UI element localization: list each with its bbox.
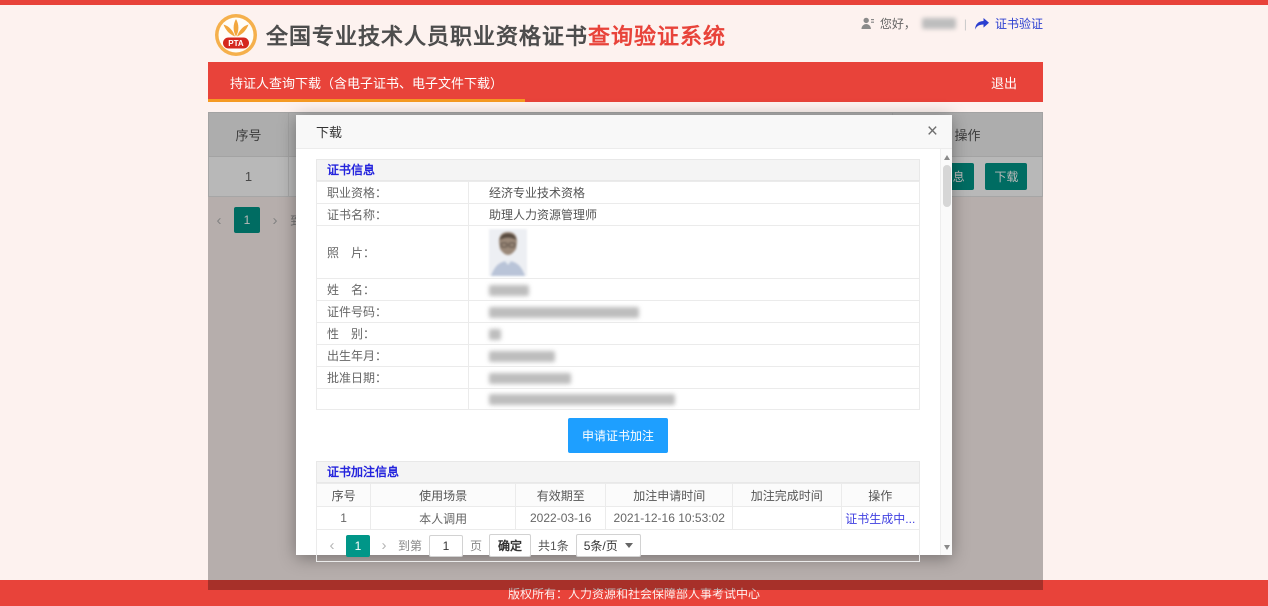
info-row-extra — [317, 389, 920, 410]
goto-page-input[interactable] — [429, 535, 463, 557]
field-label: 照 片： — [317, 226, 469, 279]
svg-text:PTA: PTA — [228, 39, 244, 48]
col-scene: 使用场景 — [371, 484, 516, 507]
info-row-approval-date: 批准日期： — [317, 367, 920, 389]
active-tab-indicator — [208, 99, 525, 102]
goto-label: 到第 — [398, 537, 422, 554]
info-row-photo: 照 片： — [317, 226, 920, 279]
cell-apply-time: 2021-12-16 10:53:02 — [606, 507, 733, 530]
col-complete-time: 加注完成时间 — [733, 484, 842, 507]
next-page-icon[interactable]: › — [377, 537, 391, 554]
prev-page-icon[interactable]: ‹ — [325, 537, 339, 554]
field-value: 经济专业技术资格 — [469, 182, 920, 204]
col-action: 操作 — [841, 484, 919, 507]
info-row-name: 姓 名： — [317, 279, 920, 301]
field-value — [469, 279, 920, 301]
field-label: 职业资格： — [317, 182, 469, 204]
user-bar: 您好， | 证书验证 — [861, 15, 1043, 32]
field-value: 助理人力资源管理师 — [469, 204, 920, 226]
field-label: 出生年月： — [317, 345, 469, 367]
download-modal: 下载 × 证书信息 职业资格： 经济专业技术资格 证书名称： 助理人力资源管理师… — [296, 115, 952, 555]
caret-down-icon — [625, 543, 633, 548]
pta-logo-icon: PTA — [214, 13, 258, 57]
cert-generating-link[interactable]: 证书生成中... — [845, 512, 915, 526]
user-icon — [861, 17, 874, 30]
cert-info-table: 职业资格： 经济专业技术资格 证书名称： 助理人力资源管理师 照 片： — [316, 181, 920, 410]
cert-info-section-title: 证书信息 — [316, 159, 920, 181]
redacted-value — [489, 373, 571, 384]
greeting-text: 您好， — [880, 15, 916, 32]
logout-button[interactable]: 退出 — [991, 73, 1043, 92]
certificate-verify-link[interactable]: 证书验证 — [995, 15, 1043, 32]
info-row-birth: 出生年月： — [317, 345, 920, 367]
site-header: PTA 全国专业技术人员职业资格证书查询验证系统 您好， | 证书验证 — [208, 5, 1043, 62]
scroll-up-icon[interactable] — [941, 151, 952, 163]
confirm-button[interactable]: 确定 — [489, 534, 531, 557]
page-title-accent: 查询验证系统 — [588, 19, 726, 51]
modal-header: 下载 × — [296, 115, 952, 149]
apply-annotation-button[interactable]: 申请证书加注 — [568, 418, 668, 453]
per-page-value: 5条/页 — [584, 537, 618, 554]
modal-body: 证书信息 职业资格： 经济专业技术资格 证书名称： 助理人力资源管理师 照 片： — [296, 149, 952, 555]
modal-title: 下载 — [316, 122, 342, 141]
annotation-row: 1 本人调用 2022-03-16 2021-12-16 10:53:02 证书… — [317, 507, 920, 530]
field-label: 批准日期： — [317, 367, 469, 389]
field-label — [317, 389, 469, 410]
cell-scene: 本人调用 — [371, 507, 516, 530]
tab-holder-query-download[interactable]: 持证人查询下载（含电子证书、电子文件下载） — [208, 62, 525, 102]
redacted-value — [489, 351, 555, 362]
brand: PTA 全国专业技术人员职业资格证书查询验证系统 — [214, 13, 726, 57]
col-apply-time: 加注申请时间 — [606, 484, 733, 507]
field-value — [469, 323, 920, 345]
info-row-cert-name: 证书名称： 助理人力资源管理师 — [317, 204, 920, 226]
cell-index: 1 — [317, 507, 371, 530]
page-title: 全国专业技术人员职业资格证书 — [266, 19, 588, 51]
scroll-down-icon[interactable] — [941, 541, 952, 553]
field-label: 证书名称： — [317, 204, 469, 226]
annotation-table: 序号 使用场景 有效期至 加注申请时间 加注完成时间 操作 1 本人调用 202… — [316, 483, 920, 530]
active-tab-label: 持证人查询下载（含电子证书、电子文件下载） — [230, 73, 503, 92]
cell-valid-until: 2022-03-16 — [515, 507, 605, 530]
col-valid-until: 有效期至 — [515, 484, 605, 507]
info-row-qualification: 职业资格： 经济专业技术资格 — [317, 182, 920, 204]
per-page-select[interactable]: 5条/页 — [576, 534, 641, 557]
redacted-value — [489, 394, 675, 405]
id-photo — [489, 229, 527, 276]
divider: | — [964, 17, 967, 31]
col-index: 序号 — [317, 484, 371, 507]
annotation-pagination: ‹ 1 › 到第 页 确定 共1条 5条/页 — [316, 530, 920, 562]
field-value — [469, 226, 920, 279]
cell-complete-time — [733, 507, 842, 530]
field-label: 性 别： — [317, 323, 469, 345]
close-icon[interactable]: × — [927, 122, 938, 141]
annotate-button-row: 申请证书加注 — [316, 418, 920, 453]
main-nav: 持证人查询下载（含电子证书、电子文件下载） 退出 — [208, 62, 1043, 102]
field-value — [469, 367, 920, 389]
scrollbar-thumb[interactable] — [943, 165, 951, 207]
page-1-button[interactable]: 1 — [346, 535, 370, 557]
total-count-label: 共1条 — [538, 537, 569, 554]
field-label: 姓 名： — [317, 279, 469, 301]
goto-unit: 页 — [470, 537, 482, 554]
cell-action: 证书生成中... — [841, 507, 919, 530]
field-value — [469, 301, 920, 323]
info-row-id-number: 证件号码： — [317, 301, 920, 323]
redacted-value — [489, 285, 529, 296]
annotation-section-title: 证书加注信息 — [316, 461, 920, 483]
field-value — [469, 389, 920, 410]
share-arrow-icon — [975, 18, 989, 30]
info-row-gender: 性 别： — [317, 323, 920, 345]
annotation-header-row: 序号 使用场景 有效期至 加注申请时间 加注完成时间 操作 — [317, 484, 920, 507]
modal-scrollbar[interactable] — [940, 149, 952, 555]
redacted-username — [922, 18, 956, 29]
redacted-value — [489, 329, 501, 340]
field-label: 证件号码： — [317, 301, 469, 323]
field-value — [469, 345, 920, 367]
redacted-value — [489, 307, 639, 318]
